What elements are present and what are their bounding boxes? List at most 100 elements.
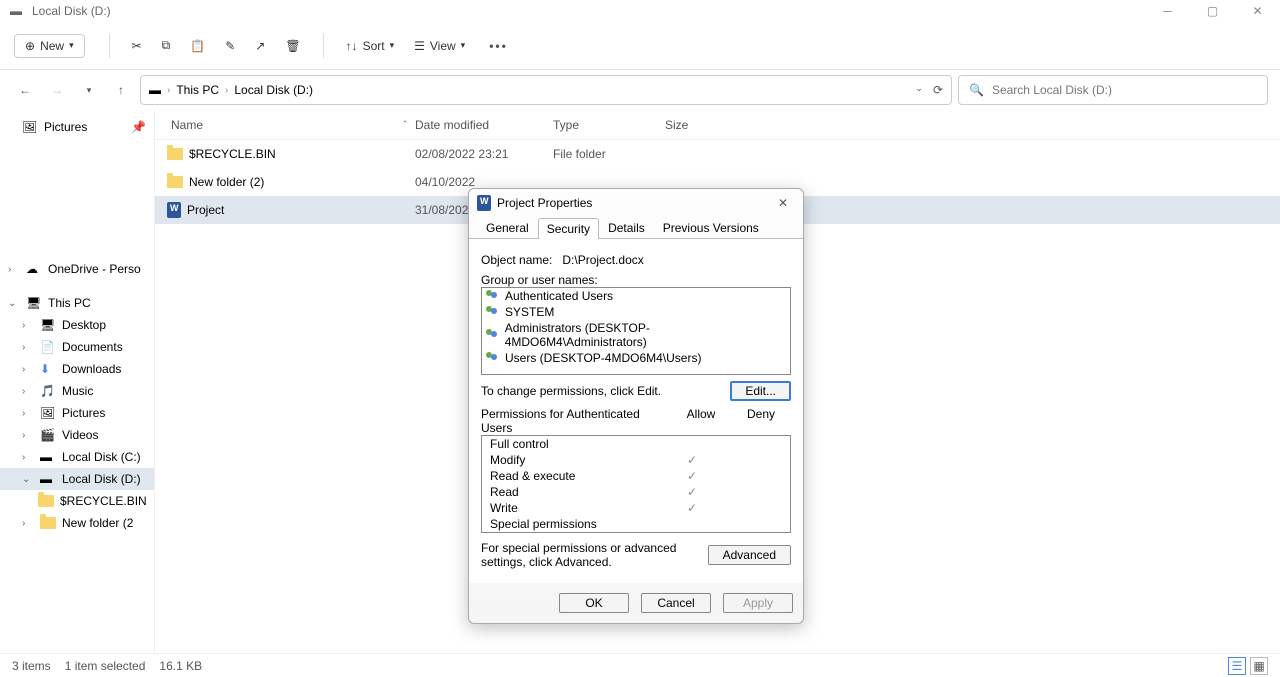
plus-icon: ⊕ [25,39,35,53]
chevron-right-icon: › [8,264,20,275]
cancel-button[interactable]: Cancel [641,593,711,613]
tab-general[interactable]: General [477,217,538,238]
folder-icon [167,148,183,160]
desktop-icon: 🖥 [40,318,56,332]
toolbar: ⊕ New ▾ ✂ ⧉ 📋 ✎ ↗ 🗑 ↑↓ Sort ▾ ☰ View ▾ •… [0,22,1280,70]
advanced-text: For special permissions or advanced sett… [481,541,698,569]
maximize-button[interactable]: ▢ [1190,0,1235,22]
users-icon [486,329,500,341]
dialog-close-button[interactable]: ✕ [771,196,795,210]
properties-dialog: Project Properties ✕ General Security De… [468,188,804,624]
view-button[interactable]: ☰ View ▾ [408,35,471,57]
group-item[interactable]: Administrators (DESKTOP-4MDO6M4\Administ… [482,320,790,350]
share-icon: ↗ [255,39,265,53]
folder-icon [167,176,183,188]
word-icon [477,195,491,211]
more-button[interactable]: ••• [479,39,508,53]
sidebar-item-diskd[interactable]: ⌄▬Local Disk (D:) [0,468,154,490]
column-name[interactable]: Name [155,118,395,132]
window-title: Local Disk (D:) [32,4,111,18]
tab-details[interactable]: Details [599,217,654,238]
word-icon [167,202,181,218]
tab-security[interactable]: Security [538,218,599,239]
sort-button[interactable]: ↑↓ Sort ▾ [340,35,401,57]
up-button[interactable]: ↑ [108,77,134,103]
sidebar-item-documents[interactable]: ›📄Documents [0,336,154,358]
copy-button[interactable]: ⧉ [156,34,177,57]
file-date: 02/08/2022 23:21 [415,147,553,161]
chevron-down-icon: ⌄ [8,298,20,309]
users-icon [486,290,500,302]
sidebar-item-music[interactable]: ›🎵Music [0,380,154,402]
close-button[interactable]: ✕ [1235,0,1280,22]
thumbnails-view-button[interactable]: ▦ [1250,657,1268,675]
separator [323,34,324,58]
pictures-icon: 🖼 [22,120,38,134]
sidebar-item-desktop[interactable]: ›🖥Desktop [0,314,154,336]
paste-button[interactable]: 📋 [184,35,211,57]
chevron-down-icon: ⌄ [22,474,34,485]
column-date[interactable]: Date modified [415,118,553,132]
sidebar-item-pictures-quick[interactable]: 🖼 Pictures 📌 [0,116,154,138]
apply-button[interactable]: Apply [723,593,793,613]
delete-button[interactable]: 🗑 [279,35,306,57]
sidebar-item-diskc[interactable]: ›▬Local Disk (C:) [0,446,154,468]
chevron-right-icon: › [225,85,228,96]
cut-button[interactable]: ✂ [126,35,148,57]
sidebar-item-downloads[interactable]: ›⬇Downloads [0,358,154,380]
groups-listbox[interactable]: Authenticated UsersSYSTEMAdministrators … [481,287,791,375]
rename-button[interactable]: ✎ [219,35,241,57]
column-size[interactable]: Size [665,118,745,132]
status-bar: 3 items 1 item selected 16.1 KB ☰ ▦ [0,653,1280,677]
chevron-down-icon: ▾ [69,40,74,51]
group-item[interactable]: Authenticated Users [482,288,790,304]
sidebar-item-videos[interactable]: ›🎬Videos [0,424,154,446]
drive-icon: ▬ [40,472,56,486]
recent-button[interactable]: ▾ [76,77,102,103]
dialog-title: Project Properties [497,196,592,210]
drive-icon: ▬ [40,450,56,464]
permission-row: Full control [482,436,790,452]
column-type[interactable]: Type [553,118,665,132]
file-name: New folder (2) [189,175,264,189]
sidebar-item-thispc[interactable]: ⌄ 🖥 This PC [0,292,154,314]
minimize-button[interactable]: ─ [1145,0,1190,22]
search-icon: 🔍 [969,83,984,97]
group-item[interactable]: Users (DESKTOP-4MDO6M4\Users) [482,350,790,366]
separator [109,34,110,58]
chevron-down-icon[interactable]: ⌄ [915,83,923,97]
dialog-titlebar: Project Properties ✕ [469,189,803,217]
refresh-button[interactable]: ⟳ [933,83,943,97]
view-icon: ☰ [414,39,425,53]
share-button[interactable]: ↗ [249,35,271,57]
ok-button[interactable]: OK [559,593,629,613]
breadcrumb-current[interactable]: Local Disk (D:) [234,83,313,97]
breadcrumb-thispc[interactable]: This PC [176,83,219,97]
pictures-icon: 🖼 [40,406,56,420]
sidebar: 🖼 Pictures 📌 › ☁ OneDrive - Perso ⌄ 🖥 Th… [0,110,155,653]
sidebar-item-onedrive[interactable]: › ☁ OneDrive - Perso [0,258,154,280]
sidebar-item-recycle[interactable]: $RECYCLE.BIN [0,490,154,512]
back-button[interactable]: ← [12,77,38,103]
selection-count: 1 item selected [65,659,146,673]
groups-label: Group or user names: [481,273,791,287]
edit-button[interactable]: Edit... [730,381,791,401]
tab-previous-versions[interactable]: Previous Versions [654,217,768,238]
advanced-button[interactable]: Advanced [708,545,791,565]
column-headers: Name ⌃ Date modified Type Size [155,110,1280,140]
address-bar[interactable]: ▬ › This PC › Local Disk (D:) ⌄ ⟳ [140,75,952,105]
permission-row: Modify✓ [482,452,790,468]
new-button[interactable]: ⊕ New ▾ [14,34,85,58]
forward-button[interactable]: → [44,77,70,103]
deny-header: Deny [731,407,791,435]
permissions-header: Permissions for Authenticated Users [481,407,671,435]
sidebar-item-pictures[interactable]: ›🖼Pictures [0,402,154,424]
permissions-listbox: Full controlModify✓Read & execute✓Read✓W… [481,435,791,533]
paste-icon: 📋 [190,39,205,53]
pc-icon: 🖥 [26,296,42,310]
sidebar-item-newfolder[interactable]: ›New folder (2 [0,512,154,534]
group-item[interactable]: SYSTEM [482,304,790,320]
search-input[interactable]: 🔍 Search Local Disk (D:) [958,75,1268,105]
table-row[interactable]: $RECYCLE.BIN02/08/2022 23:21File folder [155,140,1280,168]
details-view-button[interactable]: ☰ [1228,657,1246,675]
